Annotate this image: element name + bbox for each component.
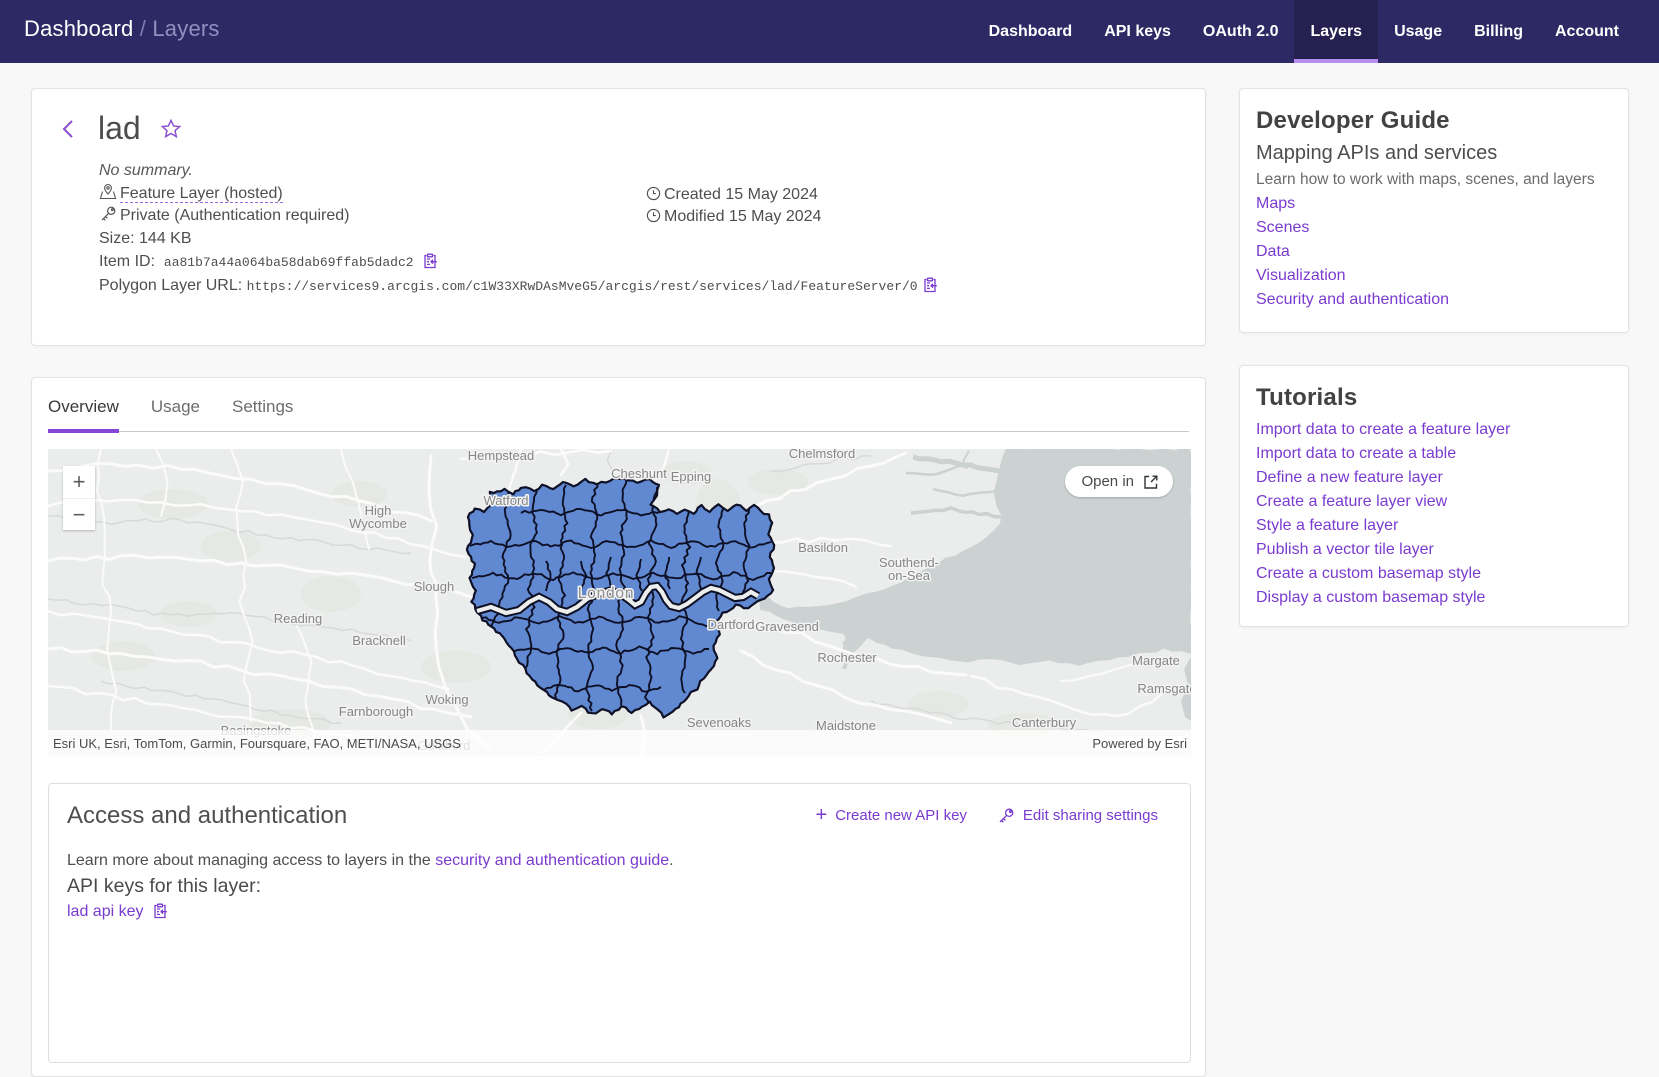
svg-text:Bracknell: Bracknell: [352, 633, 406, 648]
svg-text:Slough: Slough: [414, 579, 454, 594]
svg-text:Gravesend: Gravesend: [755, 619, 819, 634]
svg-text:Epping: Epping: [671, 469, 711, 484]
svg-text:Cheshunt: Cheshunt: [611, 466, 667, 481]
svg-text:Reading: Reading: [274, 611, 322, 626]
svg-text:Ramsgate: Ramsgate: [1137, 681, 1191, 696]
svg-text:Canterbury: Canterbury: [1012, 715, 1077, 730]
svg-text:London: London: [578, 585, 635, 602]
svg-text:Dartford: Dartford: [708, 617, 755, 632]
svg-text:Rochester: Rochester: [817, 650, 877, 665]
svg-text:on-Sea: on-Sea: [888, 568, 931, 583]
svg-text:Sevenoaks: Sevenoaks: [687, 715, 752, 730]
svg-text:Woking: Woking: [425, 692, 468, 707]
svg-text:Margate: Margate: [1132, 653, 1180, 668]
svg-text:Wycombe: Wycombe: [349, 516, 407, 531]
svg-text:Basildon: Basildon: [798, 540, 848, 555]
svg-text:Watford: Watford: [483, 493, 528, 508]
svg-text:Chelmsford: Chelmsford: [789, 449, 855, 461]
svg-text:Farnborough: Farnborough: [339, 704, 413, 719]
svg-text:Hempstead: Hempstead: [468, 449, 534, 463]
